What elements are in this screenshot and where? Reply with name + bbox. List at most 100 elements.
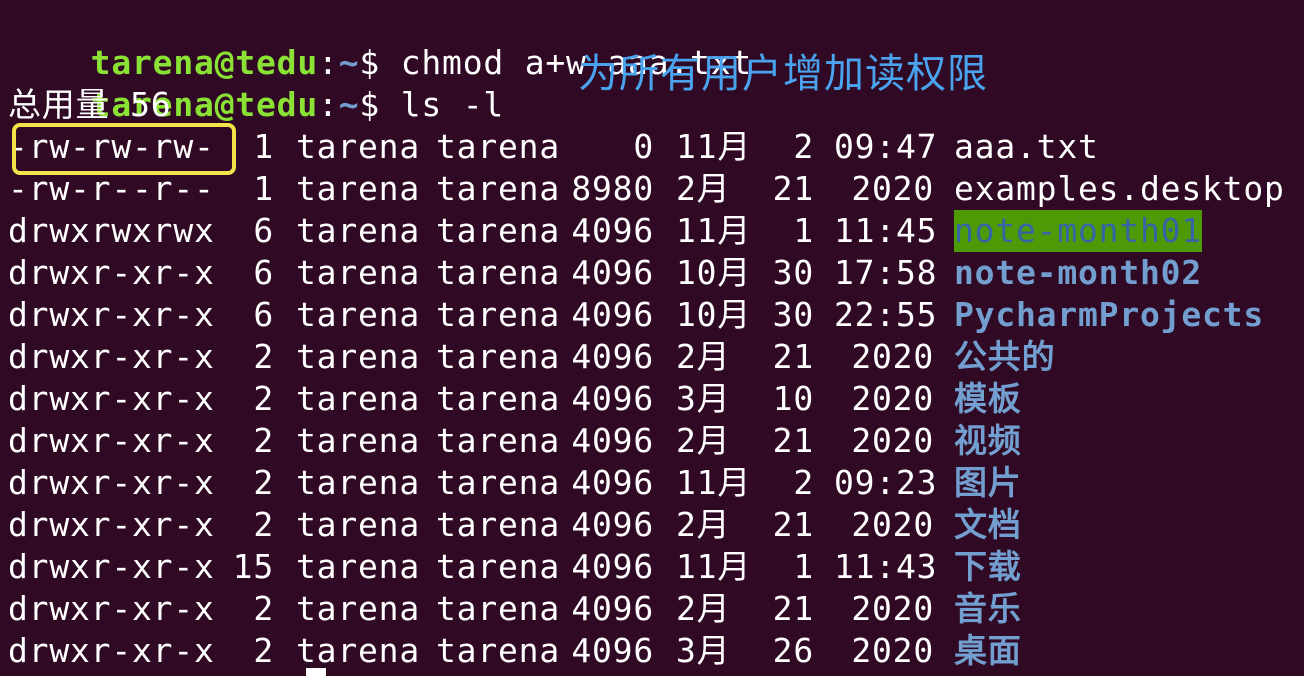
file-name[interactable]: 图片 [954,462,1022,504]
time: 22:55 [834,295,938,334]
owner: tarena [296,589,421,628]
permission-highlight-box [12,123,236,175]
file-name[interactable]: 公共的 [954,336,1055,378]
group: tarena [436,337,561,376]
owner: tarena [296,421,421,460]
permissions: drwxr-xr-x [8,505,215,544]
file-name[interactable]: examples.desktop [954,168,1285,210]
file-size: 4096 [571,379,654,418]
file-name[interactable]: 模板 [954,378,1022,420]
link-count: 2 [253,505,274,544]
file-name[interactable]: note-month02 [954,252,1202,294]
group: tarena [436,547,561,586]
annotation-text: 为所有用户增加读权限 [578,51,988,97]
file-size: 0 [633,127,654,166]
prompt-path: ~ [338,85,360,124]
month: 2月 [676,589,731,628]
month: 11月 [676,211,752,250]
month: 11月 [676,463,752,502]
listing-row: drwxr-xr-x 2 tarena tarena 4096 2月 21 2020 视频 [8,420,1298,462]
file-size: 8980 [571,169,654,208]
day: 1 [793,211,814,250]
terminal-window[interactable]: tarena@tedu:~$ chmod a+w aaa.txt tarena@… [0,0,1304,676]
group: tarena [436,253,561,292]
day: 21 [772,589,814,628]
link-count: 6 [253,295,274,334]
file-name[interactable]: aaa.txt [954,126,1099,168]
permissions: drwxr-xr-x [8,589,215,628]
month: 3月 [676,631,731,670]
file-size: 4096 [571,337,654,376]
listing-row: drwxr-xr-x 6 tarena tarena 4096 10月 30 17:58 not… [8,252,1298,294]
link-count: 2 [253,421,274,460]
file-size: 4096 [571,463,654,502]
time: 2020 [851,169,934,208]
file-name[interactable]: 下载 [954,546,1022,588]
file-name[interactable]: 文档 [954,504,1022,546]
permissions: drwxr-xr-x [8,421,215,460]
time: 2020 [851,505,934,544]
link-count: 2 [253,463,274,502]
permissions: drwxr-xr-x [8,547,215,586]
day: 30 [772,295,814,334]
group: tarena [436,211,561,250]
time: 11:45 [834,211,938,250]
day: 10 [772,379,814,418]
command-text: ls -l [380,85,505,124]
time: 2020 [851,421,934,460]
listing-row: drwxr-xr-x 2 tarena tarena 4096 3月 10 2020 模板 [8,378,1298,420]
command-line-2: tarena@tedu:~$ ls -l [8,42,504,124]
listing-row: drwxrwxrwx 6 tarena tarena 4096 11月 1 11:45 note… [8,210,1298,252]
month: 11月 [676,547,752,586]
owner: tarena [296,463,421,502]
day: 2 [793,127,814,166]
time: 2020 [851,631,934,670]
file-size: 4096 [571,505,654,544]
owner: tarena [296,295,421,334]
month: 10月 [676,253,752,292]
time: 09:47 [834,127,938,166]
link-count: 6 [253,253,274,292]
file-size: 4096 [571,211,654,250]
prompt-symbol: $ [359,85,381,124]
owner: tarena [296,547,421,586]
owner: tarena [296,631,421,670]
total-line: 总用量 56 [8,85,172,124]
day: 21 [772,169,814,208]
owner: tarena [296,253,421,292]
link-count: 2 [253,631,274,670]
link-count: 15 [232,547,274,586]
permissions: drwxr-xr-x [8,463,215,502]
text-cursor [306,668,326,676]
file-name[interactable]: note-month01 [954,210,1203,252]
file-size: 4096 [571,421,654,460]
listing-row: drwxr-xr-x 6 tarena tarena 4096 10月 30 22:55 Pyc… [8,294,1298,336]
permissions: drwxr-xr-x [8,631,215,670]
owner: tarena [296,211,421,250]
listing-row: drwxr-xr-x 2 tarena tarena 4096 2月 21 2020 音乐 [8,588,1298,630]
month: 11月 [676,127,752,166]
day: 21 [772,337,814,376]
file-name[interactable]: 音乐 [954,588,1022,630]
month: 2月 [676,421,731,460]
file-size: 4096 [571,547,654,586]
owner: tarena [296,505,421,544]
day: 21 [772,505,814,544]
month: 2月 [676,337,731,376]
listing-row: drwxr-xr-x 15 tarena tarena 4096 11月 1 11:43 下载 [8,546,1298,588]
file-name[interactable]: 桌面 [954,630,1022,672]
time: 11:43 [834,547,938,586]
permissions: drwxr-xr-x [8,379,215,418]
link-count: 2 [253,379,274,418]
file-size: 4096 [571,295,654,334]
file-name[interactable]: 视频 [954,420,1022,462]
file-name[interactable]: PycharmProjects [954,294,1264,336]
listing-row: drwxr-xr-x 2 tarena tarena 4096 3月 26 2020 桌面 [8,630,1298,672]
prompt-separator: : [318,85,339,124]
permissions: drwxr-xr-x [8,295,215,334]
month: 2月 [676,169,731,208]
owner: tarena [296,337,421,376]
owner: tarena [296,169,421,208]
permissions: drwxr-xr-x [8,337,215,376]
day: 30 [772,253,814,292]
